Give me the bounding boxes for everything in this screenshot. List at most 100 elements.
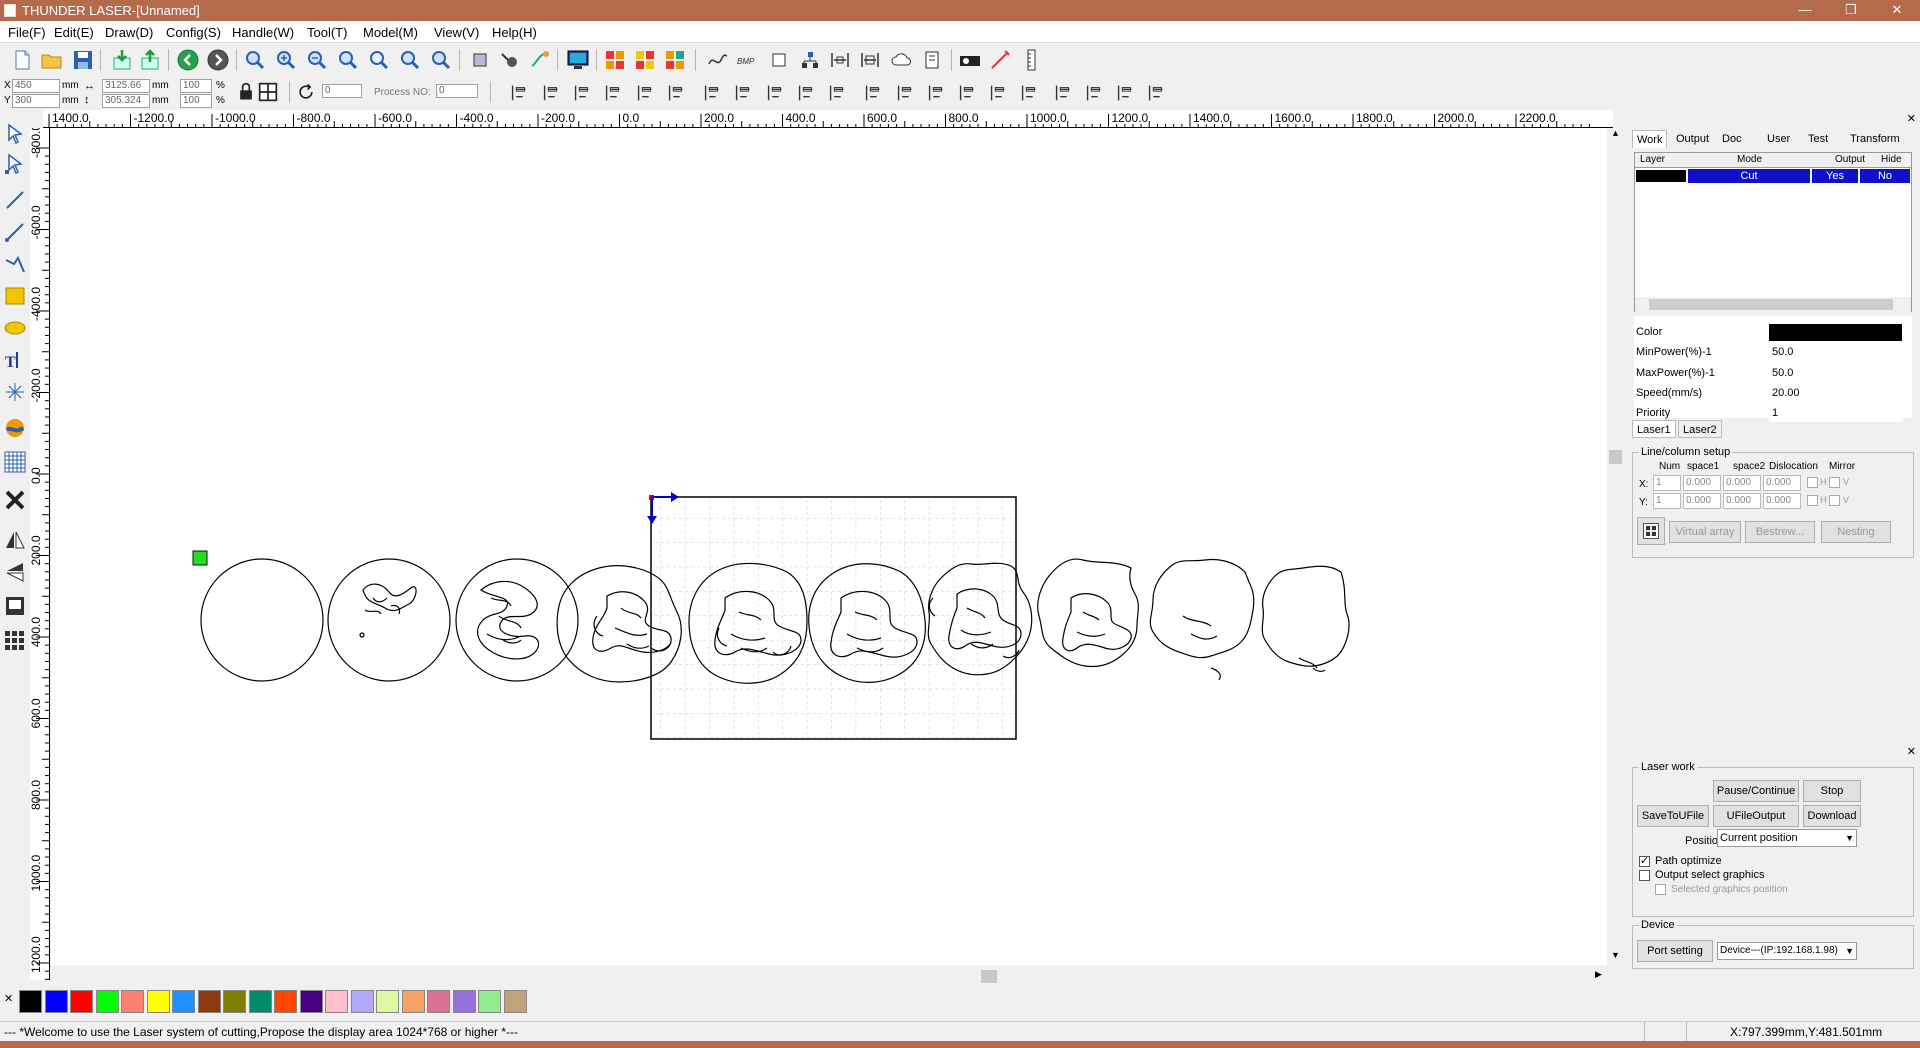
lasso-icon[interactable] [528, 48, 552, 72]
col-layer[interactable]: Layer [1640, 154, 1665, 165]
center-horizontal-icon[interactable] [634, 82, 656, 104]
design-dragon-2[interactable] [327, 558, 451, 682]
color-swatch[interactable] [325, 990, 348, 1013]
ufile-output-button[interactable]: UFileOutput [1713, 805, 1799, 827]
zoom-window-icon[interactable] [429, 48, 453, 72]
curve-smooth-icon[interactable] [706, 48, 730, 72]
minimize-button[interactable]: — [1782, 0, 1828, 21]
bmp-icon[interactable]: BMP [736, 48, 760, 72]
align-left-icon[interactable] [508, 82, 530, 104]
color-swatch[interactable] [70, 990, 93, 1013]
drawing-canvas[interactable] [51, 128, 1607, 965]
stop-button[interactable]: Stop [1803, 780, 1861, 802]
top-left-icon[interactable] [894, 82, 916, 104]
color-swatch[interactable] [19, 990, 42, 1013]
layer-hide[interactable]: No [1860, 169, 1910, 183]
tab-work[interactable]: Work [1632, 130, 1668, 148]
array-x-dislocation[interactable]: 0.000 [1763, 475, 1801, 491]
menu-view[interactable]: View(V) [434, 25, 479, 40]
zoom-select-icon[interactable] [367, 48, 391, 72]
bestrew-button[interactable]: Bestrew... [1745, 521, 1815, 543]
array-y-h-checkbox[interactable] [1807, 495, 1818, 506]
color-swatch[interactable] [503, 990, 527, 1013]
open-folder-icon[interactable] [40, 48, 64, 72]
align-top-icon[interactable] [571, 82, 593, 104]
cloud-icon[interactable] [890, 48, 914, 72]
top-edge-icon[interactable] [1114, 82, 1136, 104]
selection-handle[interactable] [192, 550, 208, 566]
color-swatch[interactable] [95, 990, 119, 1013]
color-swatch[interactable] [376, 990, 399, 1013]
scale-x-input[interactable]: 100 [180, 79, 212, 93]
back-icon[interactable] [176, 48, 200, 72]
col-hide[interactable]: Hide [1881, 154, 1902, 165]
color-swatch[interactable] [401, 990, 425, 1013]
node-edit-icon[interactable] [498, 48, 522, 72]
layer-row[interactable]: Cut Yes No [1635, 169, 1911, 183]
bottom-left-icon[interactable] [987, 82, 1009, 104]
forward-icon[interactable] [206, 48, 230, 72]
array-y-space2[interactable]: 0.000 [1723, 493, 1761, 509]
mirror-vertical-icon[interactable] [3, 560, 27, 584]
col-output[interactable]: Output [1835, 154, 1865, 165]
lock-ratio-icon[interactable] [236, 82, 256, 102]
y-input[interactable]: 300 [12, 94, 60, 108]
menu-edit[interactable]: Edit(E) [54, 25, 94, 40]
width-input[interactable]: 3125.66 [102, 79, 150, 93]
grid-array-icon[interactable] [3, 450, 27, 474]
prop-value-3[interactable]: 20.00 [1769, 384, 1902, 402]
layer-hscroll[interactable] [1635, 297, 1911, 312]
import-icon[interactable] [110, 48, 134, 72]
design-dragon-8[interactable] [1037, 558, 1139, 668]
palette-close-icon[interactable]: ✕ [4, 992, 13, 1005]
mirror-horizontal-icon[interactable] [3, 528, 27, 552]
design-dragon-3[interactable] [455, 558, 579, 682]
color-swatch[interactable] [274, 990, 297, 1013]
array-y-num[interactable]: 1 [1653, 493, 1681, 509]
select-arrow-icon[interactable] [3, 122, 27, 146]
top-right-icon[interactable] [925, 82, 947, 104]
prop-value-0[interactable] [1769, 324, 1902, 341]
export-icon[interactable] [138, 48, 162, 72]
align-bottom-icon[interactable] [602, 82, 624, 104]
color-swatch[interactable] [172, 990, 195, 1013]
same-height-icon[interactable] [732, 82, 754, 104]
polyline-icon[interactable] [3, 220, 27, 244]
stamp-icon[interactable] [3, 594, 27, 618]
tab-doc[interactable]: Doc [1718, 130, 1746, 148]
ellipse-icon[interactable] [3, 316, 27, 340]
new-file-icon[interactable] [10, 48, 34, 72]
array-y-dislocation[interactable]: 0.000 [1763, 493, 1801, 509]
port-setting-button[interactable]: Port setting [1637, 940, 1713, 962]
delete-icon[interactable] [3, 488, 27, 512]
save-icon[interactable] [71, 48, 95, 72]
save-to-ufile-button[interactable]: SaveToUFile [1637, 805, 1709, 827]
menu-draw[interactable]: Draw(D) [105, 25, 153, 40]
virtual-array-button[interactable]: Virtual array [1669, 521, 1741, 543]
color-swatch[interactable] [350, 990, 374, 1013]
rectangle-icon[interactable] [3, 284, 27, 308]
zoom-tool-icon[interactable] [243, 48, 267, 72]
download-button[interactable]: Download [1803, 805, 1861, 827]
color-swatch[interactable] [299, 990, 323, 1013]
distribute-v-icon[interactable] [826, 82, 848, 104]
prop-value-1[interactable]: 50.0 [1769, 344, 1902, 362]
array-y-space1[interactable]: 0.000 [1683, 493, 1721, 509]
zoom-page-icon[interactable] [336, 48, 360, 72]
device-select[interactable]: Device---(IP:192.168.1.98) ▼ [1717, 942, 1857, 960]
color-swatch[interactable] [44, 990, 68, 1013]
bottom-edge-icon[interactable] [1145, 82, 1167, 104]
nesting-button[interactable]: Nesting [1821, 521, 1891, 543]
design-dragon-9[interactable] [1149, 558, 1255, 681]
same-width-icon[interactable] [701, 82, 723, 104]
x-input[interactable]: 450 [12, 79, 60, 93]
array-x-h-checkbox[interactable] [1807, 477, 1818, 488]
restore-button[interactable]: ❐ [1828, 0, 1874, 21]
height-input[interactable]: 305.324 [102, 94, 150, 108]
layer-output[interactable]: Yes [1812, 169, 1858, 183]
right-edge-icon[interactable] [1083, 82, 1105, 104]
color-swatch[interactable] [146, 990, 170, 1013]
color-swatch[interactable] [223, 990, 246, 1013]
tab-test[interactable]: Test [1804, 130, 1832, 148]
design-dragon-10[interactable] [1261, 565, 1350, 672]
